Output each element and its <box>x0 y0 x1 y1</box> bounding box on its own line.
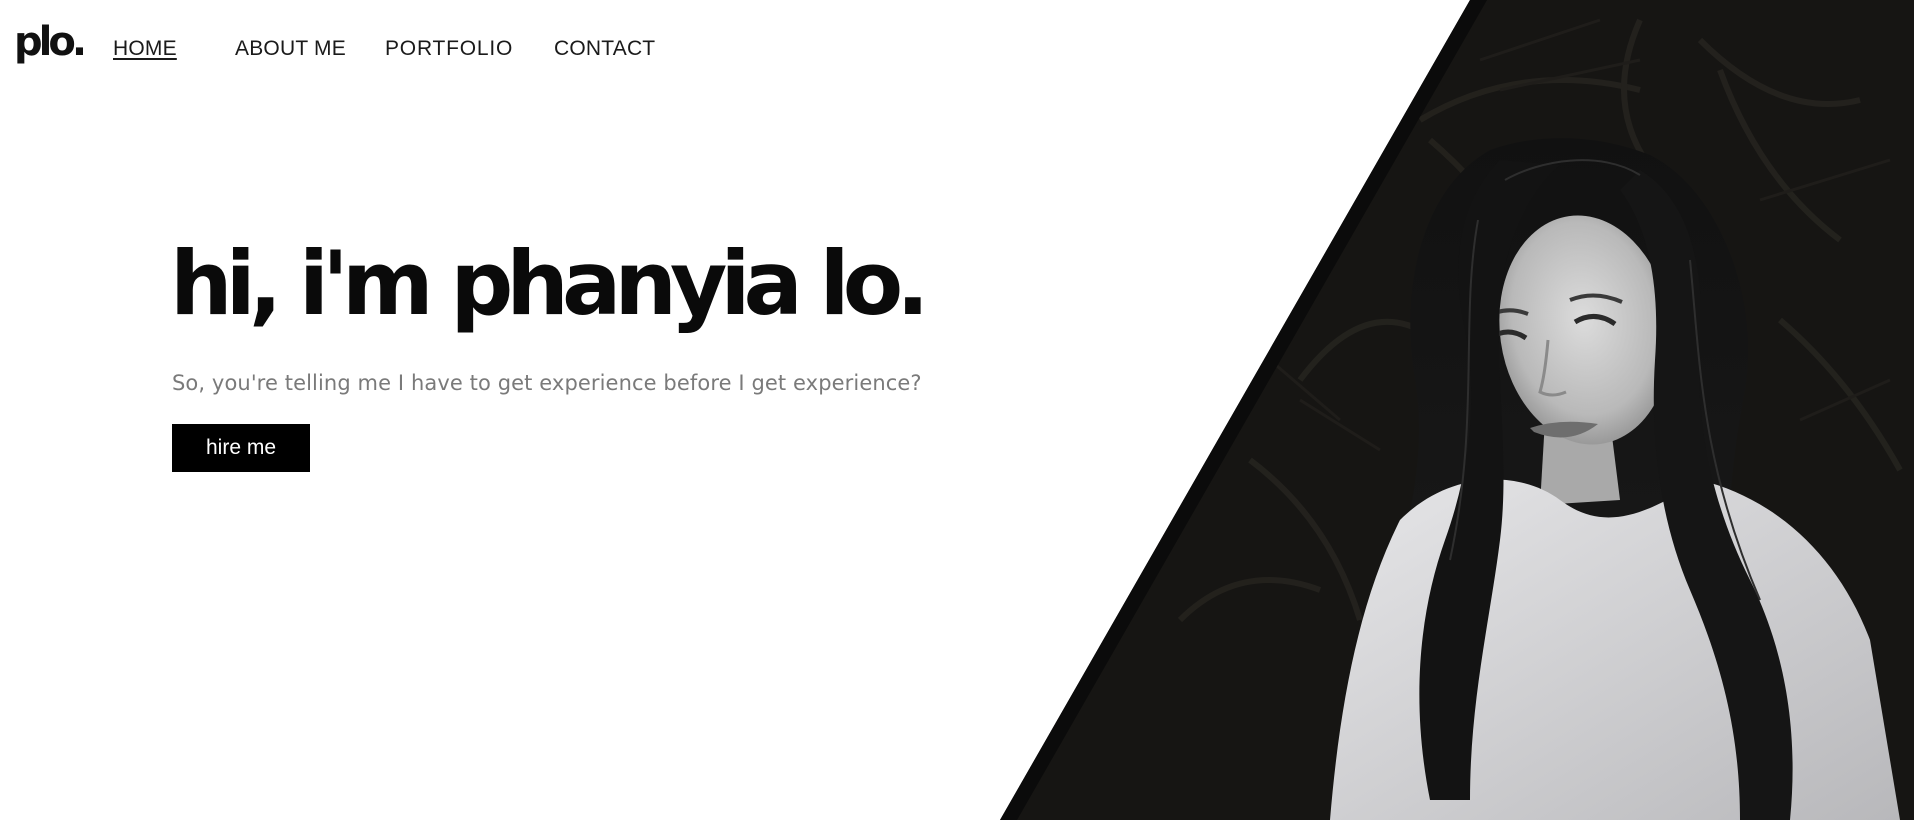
site-logo[interactable]: plo. <box>14 14 87 70</box>
nav-item-contact[interactable]: CONTACT <box>554 34 655 64</box>
portrait-photo <box>1000 0 1914 820</box>
hero-title: hi, i'm phanyia lo. <box>170 232 930 335</box>
nav-item-home[interactable]: HOME <box>113 34 177 64</box>
hero-tagline: So, you're telling me I have to get expe… <box>172 371 922 395</box>
nav-item-portfolio[interactable]: PORTFOLIO <box>385 34 513 64</box>
hire-me-button[interactable]: hire me <box>172 424 310 472</box>
nav-item-about-me[interactable]: ABOUT ME <box>235 34 346 64</box>
